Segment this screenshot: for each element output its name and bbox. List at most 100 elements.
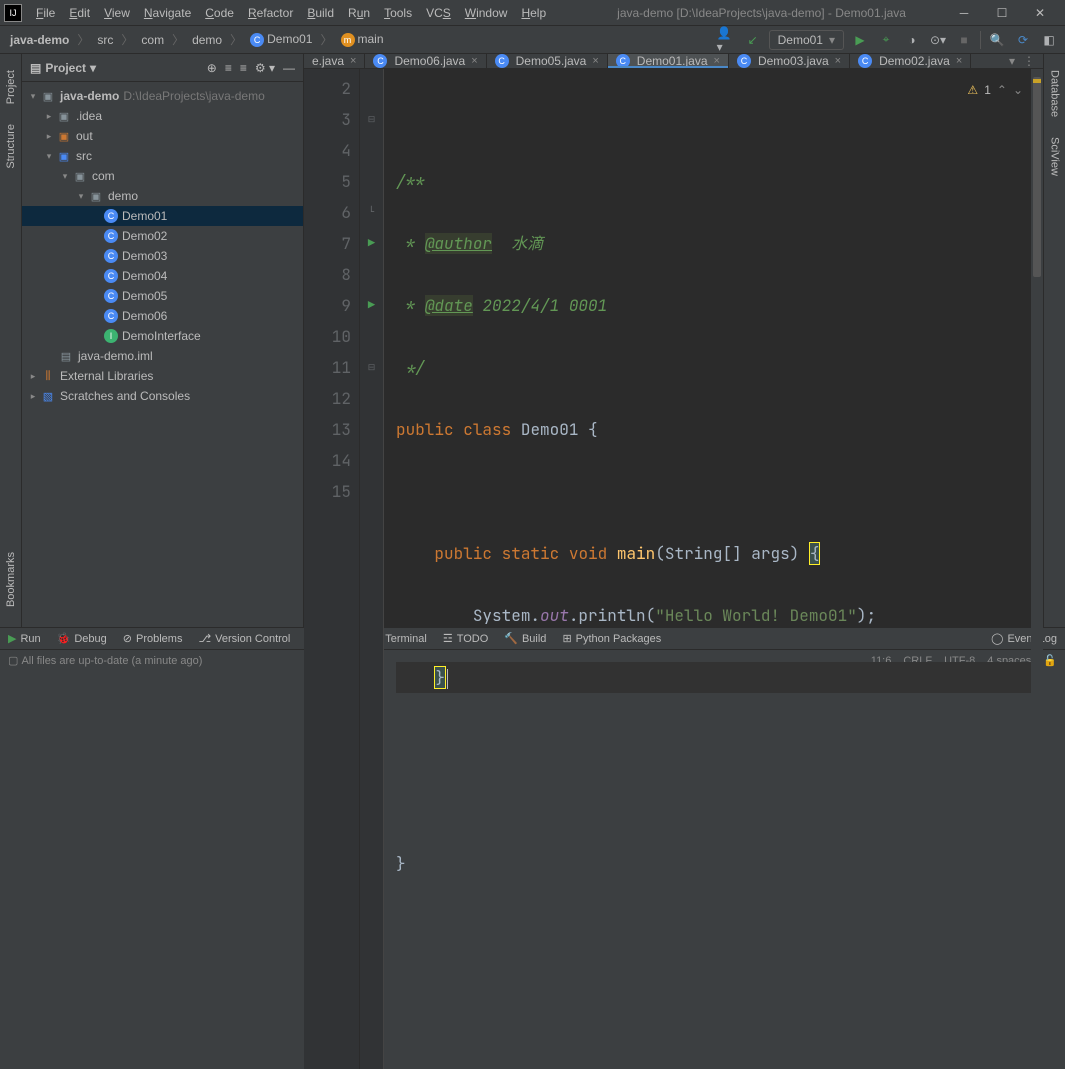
debug-button[interactable]: ⌖ [876,30,896,50]
tree-demo[interactable]: ▾▣ demo [22,186,303,206]
run-button[interactable]: ▶ [850,30,870,50]
menu-tools[interactable]: Tools [378,3,418,23]
tree-class-demo04[interactable]: C Demo04 [22,266,303,286]
run-gutter-icon[interactable]: ▶ [360,290,383,321]
tree-out[interactable]: ▸▣ out [22,126,303,146]
minimize-button[interactable]: ─ [951,4,977,22]
editor-tab[interactable]: C Demo02.java × [850,54,971,68]
scroll-thumb[interactable] [1033,77,1041,277]
tree-interface[interactable]: I DemoInterface [22,326,303,346]
search-button[interactable]: 🔍 [987,30,1007,50]
run-gutter-icon[interactable]: ▶ [360,228,383,259]
maximize-button[interactable]: ☐ [989,4,1015,22]
tree-scratches[interactable]: ▸▧ Scratches and Consoles [22,386,303,406]
bc-com[interactable]: com [137,31,168,49]
run-config-selector[interactable]: Demo01 ▾ [769,30,844,50]
code-token: @author [425,233,492,254]
tree-class-label: Demo04 [122,269,167,283]
readonly-icon[interactable]: 🔓 [1043,654,1057,667]
bc-src[interactable]: src [93,31,117,49]
problems-tool-button[interactable]: ⊘ Problems [123,632,183,645]
bc-demo[interactable]: demo [188,31,226,49]
tree-iml[interactable]: ▤ java-demo.iml [22,346,303,366]
menu-file[interactable]: File [30,3,61,23]
down-icon[interactable]: ⌄ [1013,75,1023,106]
select-opened-file-icon[interactable]: ⊕ [207,61,217,75]
tree-root[interactable]: ▾▣ java-demo D:\IdeaProjects\java-demo [22,86,303,106]
project-tree[interactable]: ▾▣ java-demo D:\IdeaProjects\java-demo ▸… [22,82,303,627]
menu-help[interactable]: Help [515,3,552,23]
warn-count: 1 [984,75,991,106]
settings-icon[interactable]: ⚙ ▾ [255,61,275,75]
tree-idea[interactable]: ▸▣ .idea [22,106,303,126]
bc-method[interactable]: mmain [337,30,388,49]
bc-method-label: main [358,32,384,46]
bc-class[interactable]: CDemo01 [246,30,316,49]
user-icon[interactable]: 👤▾ [717,30,737,50]
close-icon[interactable]: × [471,55,477,67]
run-tool-button[interactable]: ▶Run [8,632,41,645]
bookmarks-tool-button[interactable]: Bookmarks [3,542,19,617]
tree-interface-label: DemoInterface [122,329,201,343]
fold-icon[interactable]: ⊟ [360,104,383,135]
debug-tool-button[interactable]: 🐞 Debug [57,632,107,645]
sync-button[interactable]: ⟳ [1013,30,1033,50]
tree-class-demo02[interactable]: C Demo02 [22,226,303,246]
expand-all-icon[interactable]: ≡ [225,61,232,75]
menu-code[interactable]: Code [199,3,240,23]
ide-icon[interactable]: ◧ [1039,30,1059,50]
close-icon[interactable]: × [592,55,598,67]
editor-tab[interactable]: C Demo06.java × [365,54,486,68]
structure-tool-button[interactable]: Structure [3,114,19,179]
project-panel-title[interactable]: ▤ Project ▾ [30,61,96,75]
status-icon[interactable]: ▢ [8,654,18,667]
menu-vcs[interactable]: VCS [420,3,457,23]
close-button[interactable]: ✕ [1027,4,1053,22]
line-no: 5 [304,166,351,197]
menu-view[interactable]: View [98,3,136,23]
close-icon[interactable]: × [835,55,841,67]
code-area[interactable]: /** * @author 水滴 * @date 2022/4/1 0001 *… [384,69,1043,1069]
menu-run[interactable]: Run [342,3,376,23]
tab-dropdown-icon[interactable]: ▾ [1009,54,1015,68]
rerun-icon[interactable]: ↙ [743,30,763,50]
editor-tab[interactable]: e.java × [304,54,365,68]
close-icon[interactable]: × [956,55,962,67]
hide-icon[interactable]: — [283,61,295,75]
status-message: All files are up-to-date (a minute ago) [21,655,202,667]
tree-src[interactable]: ▾▣ src [22,146,303,166]
tree-com[interactable]: ▾▣ com [22,166,303,186]
tree-class-demo01[interactable]: C Demo01 [22,206,303,226]
menu-window[interactable]: Window [459,3,514,23]
collapse-all-icon[interactable]: ≡ [240,61,247,75]
up-icon[interactable]: ⌃ [997,75,1007,106]
warning-icon[interactable]: ⚠ [967,75,978,106]
tree-class-demo03[interactable]: C Demo03 [22,246,303,266]
scroll-marker[interactable] [1031,69,1043,1069]
tab-menu-icon[interactable]: ⋮ [1023,54,1035,68]
vcs-tool-button[interactable]: ⎇ Version Control [198,632,290,645]
editor-tab-active[interactable]: C Demo01.java × [608,54,729,68]
menu-navigate[interactable]: Navigate [138,3,197,23]
tree-class-demo06[interactable]: C Demo06 [22,306,303,326]
editor-tab[interactable]: C Demo03.java × [729,54,850,68]
tree-class-demo05[interactable]: C Demo05 [22,286,303,306]
code-token: "Hello World! Demo01" [655,605,857,626]
menu-edit[interactable]: Edit [63,3,96,23]
bc-project[interactable]: java-demo [6,31,73,49]
stop-button[interactable]: ■ [954,30,974,50]
close-icon[interactable]: × [350,55,356,67]
coverage-button[interactable]: ◑ [902,30,922,50]
editor-body[interactable]: 2 3 4 5 6 7 8 9 10 11 12 13 14 15 ⊟ [304,69,1043,1069]
left-tool-strip: Project Structure Bookmarks [0,54,22,627]
scroll-warning-marker[interactable] [1033,79,1041,83]
tree-ext-libs[interactable]: ▸⫼ External Libraries [22,366,303,386]
editor-tab[interactable]: C Demo05.java × [487,54,608,68]
menu-refactor[interactable]: Refactor [242,3,299,23]
profile-button[interactable]: ⊙▾ [928,30,948,50]
project-tool-button[interactable]: Project [3,60,19,114]
close-icon[interactable]: × [714,55,720,67]
code-token: public [434,543,492,564]
fold-icon[interactable]: ⊟ [360,352,383,383]
menu-build[interactable]: Build [301,3,340,23]
